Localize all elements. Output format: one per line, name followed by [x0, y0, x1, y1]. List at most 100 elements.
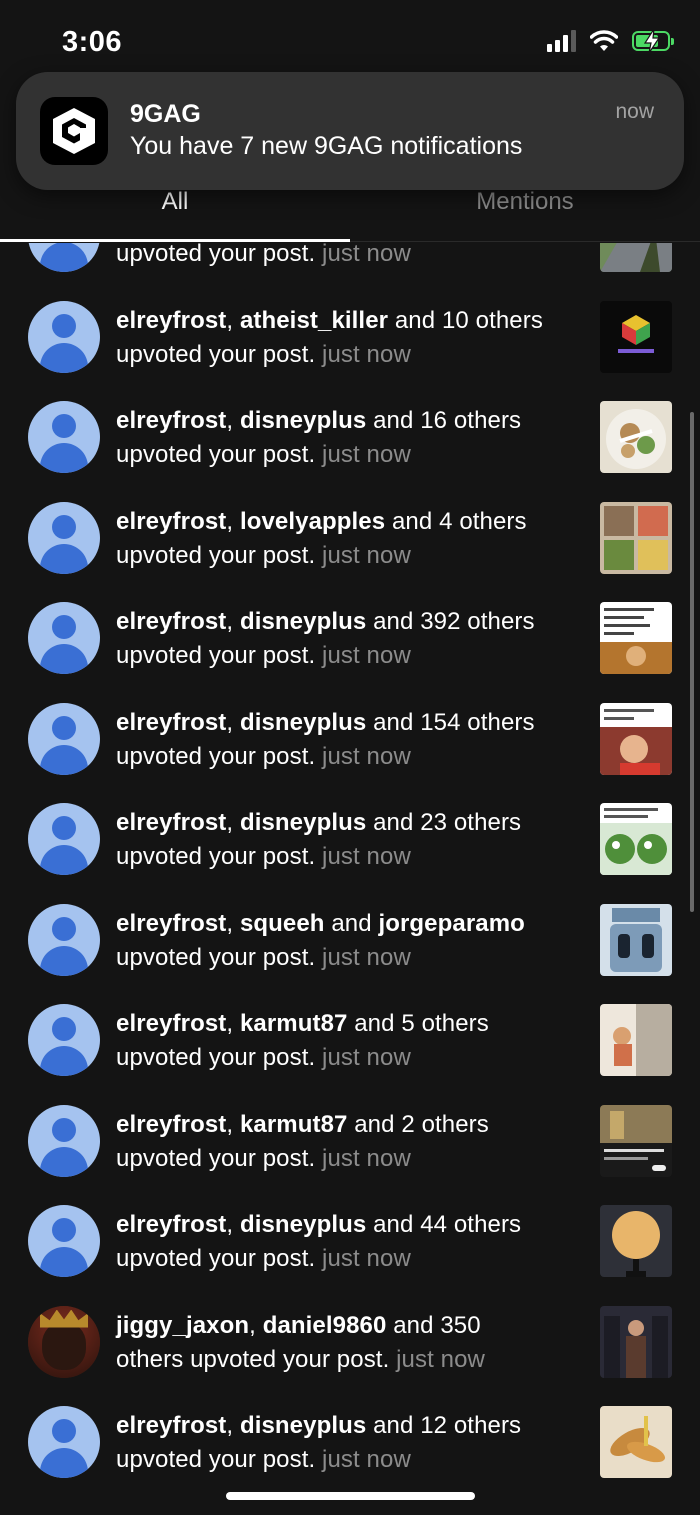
username[interactable]: atheist_killer [240, 307, 388, 334]
username[interactable]: disneyplus [240, 809, 366, 836]
post-thumbnail[interactable] [600, 903, 672, 976]
push-notification-banner[interactable]: 9GAG You have 7 new 9GAG notifications n… [16, 72, 684, 190]
notification-time: just now [322, 541, 411, 569]
username[interactable]: elreyfrost [116, 809, 226, 836]
post-thumbnail[interactable] [600, 1004, 672, 1076]
status-icons [547, 29, 674, 53]
post-thumbnail[interactable] [600, 243, 672, 272]
default-avatar-icon[interactable] [28, 602, 100, 674]
username[interactable]: karmut87 [240, 1111, 348, 1138]
notification-text: elreyfrost, lovelyapples and 4 others up… [116, 507, 527, 569]
status-time: 3:06 [62, 26, 123, 58]
post-thumbnail[interactable] [600, 1205, 672, 1277]
notification-time: just now [322, 742, 411, 770]
post-thumbnail[interactable] [600, 602, 672, 674]
default-avatar-icon[interactable] [28, 1104, 100, 1177]
notification-text: elreyfrost, disneyplus and 154 others up… [116, 708, 535, 770]
post-thumbnail[interactable] [600, 702, 672, 775]
notification-row[interactable]: elreyfrost, disneyplus and 23 others upv… [0, 788, 700, 889]
post-thumbnail[interactable] [600, 1104, 672, 1177]
status-bar: 3:06 [0, 0, 700, 80]
notification-row[interactable]: elreyfrost, disneyplus and 44 others upv… [0, 1190, 700, 1291]
notification-time: just now [322, 843, 411, 870]
username[interactable]: squeeh [240, 910, 325, 937]
notification-text: elreyfrost, squeeh and jorgeparamo upvot… [116, 909, 525, 971]
post-thumbnail[interactable] [600, 300, 672, 373]
username[interactable]: disneyplus [240, 1412, 366, 1439]
username[interactable]: daniel9860 [263, 1312, 387, 1339]
notification-list[interactable]: upvoted your post. just now elreyfrost, … [0, 243, 700, 1515]
notification-text: elreyfrost, atheist_killer and 10 others… [116, 306, 543, 368]
default-avatar-icon[interactable] [28, 401, 100, 473]
username[interactable]: karmut87 [240, 1010, 348, 1037]
post-thumbnail[interactable] [600, 803, 672, 875]
post-thumbnail[interactable] [600, 401, 672, 473]
notification-time: just now [322, 1044, 411, 1071]
post-thumbnail[interactable] [600, 1305, 672, 1378]
username[interactable]: disneyplus [240, 709, 366, 736]
notification-time: just now [322, 1245, 411, 1272]
notification-text: elreyfrost, disneyplus and 23 others upv… [116, 809, 522, 870]
username[interactable]: elreyfrost [116, 910, 226, 937]
post-thumbnail[interactable] [600, 501, 672, 574]
default-avatar-icon[interactable] [28, 501, 100, 574]
notification-text: upvoted your post. just now [116, 243, 586, 271]
username[interactable]: disneyplus [240, 1211, 366, 1238]
notification-row[interactable]: elreyfrost, karmut87 and 2 others upvote… [0, 1090, 700, 1191]
notification-row[interactable]: elreyfrost, disneyplus and 16 others upv… [0, 386, 700, 487]
username[interactable]: elreyfrost [116, 1010, 226, 1037]
username[interactable]: elreyfrost [116, 1211, 226, 1238]
notification-row[interactable]: elreyfrost, lovelyapples and 4 others up… [0, 487, 700, 588]
banner-time: now [615, 100, 654, 123]
notification-time: just now [322, 1446, 411, 1473]
default-avatar-icon[interactable] [28, 1205, 100, 1277]
wifi-icon [590, 30, 618, 51]
username[interactable]: elreyfrost [116, 407, 226, 434]
username[interactable]: jiggy_jaxon [116, 1312, 249, 1339]
scrollbar[interactable] [690, 412, 694, 912]
notification-row[interactable]: elreyfrost, karmut87 and 5 others upvote… [0, 989, 700, 1090]
notification-row[interactable]: elreyfrost, atheist_killer and 10 others… [0, 286, 700, 387]
default-avatar-icon[interactable] [28, 702, 100, 775]
notification-time: just now [396, 1345, 485, 1373]
notification-row[interactable]: upvoted your post. just now [0, 243, 700, 286]
notification-row[interactable]: elreyfrost, disneyplus and 392 others up… [0, 587, 700, 688]
post-thumbnail[interactable] [600, 1406, 672, 1478]
username[interactable]: elreyfrost [116, 1111, 226, 1138]
tab-all[interactable]: All [0, 188, 350, 216]
notification-row[interactable]: elreyfrost, disneyplus and 154 others up… [0, 688, 700, 789]
default-avatar-icon[interactable] [28, 300, 100, 373]
default-avatar-icon[interactable] [28, 803, 100, 875]
username[interactable]: elreyfrost [116, 1412, 226, 1439]
username[interactable]: lovelyapples [240, 508, 385, 535]
cellular-signal-icon [547, 30, 576, 52]
username[interactable]: elreyfrost [116, 709, 226, 736]
banner-message: You have 7 new 9GAG notifications [130, 132, 523, 160]
username[interactable]: elreyfrost [116, 307, 226, 334]
notification-text: elreyfrost, disneyplus and 12 others upv… [116, 1412, 522, 1473]
default-avatar-icon[interactable] [28, 1406, 100, 1478]
default-avatar-icon[interactable] [28, 243, 100, 272]
username[interactable]: disneyplus [240, 407, 366, 434]
username[interactable]: elreyfrost [116, 508, 226, 535]
9gag-app-icon [40, 97, 108, 165]
username[interactable]: elreyfrost [116, 608, 226, 635]
notification-text: elreyfrost, disneyplus and 16 others upv… [116, 407, 522, 468]
notification-time: just now [322, 340, 411, 368]
battery-charging-icon [632, 29, 674, 53]
notification-row[interactable]: elreyfrost, squeeh and jorgeparamo upvot… [0, 889, 700, 990]
default-avatar-icon[interactable] [28, 1004, 100, 1076]
banner-app-name: 9GAG [130, 100, 201, 128]
notification-row[interactable]: jiggy_jaxon, daniel9860 and 350 others u… [0, 1291, 700, 1392]
home-indicator[interactable] [226, 1492, 475, 1500]
user-avatar-photo[interactable] [28, 1305, 100, 1378]
notification-text: elreyfrost, disneyplus and 392 others up… [116, 608, 535, 669]
notification-row[interactable]: elreyfrost, disneyplus and 12 others upv… [0, 1391, 700, 1492]
notification-text: elreyfrost, karmut87 and 5 others upvote… [116, 1010, 489, 1071]
username[interactable]: jorgeparamo [378, 910, 524, 937]
notification-time: just now [322, 441, 411, 468]
default-avatar-icon[interactable] [28, 903, 100, 976]
tab-mentions[interactable]: Mentions [350, 188, 700, 216]
notification-time: just now [322, 243, 411, 267]
username[interactable]: disneyplus [240, 608, 366, 635]
